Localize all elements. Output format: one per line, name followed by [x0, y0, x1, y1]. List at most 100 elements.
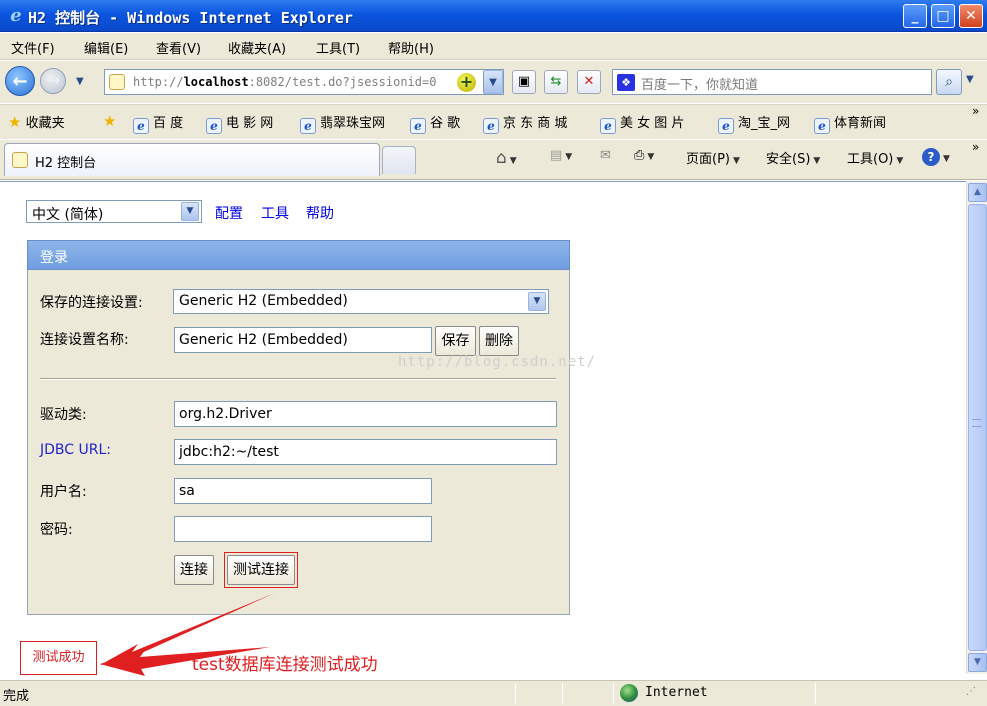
window-title: H2 控制台 - Windows Internet Explorer [28, 9, 353, 27]
chevron-down-icon[interactable]: ▼ [181, 202, 199, 221]
minimize-button[interactable]: _ [903, 4, 927, 28]
test-result-message: 测试成功 [20, 641, 97, 675]
link-help[interactable]: 帮助 [306, 203, 334, 223]
ie-page-icon: e [718, 118, 734, 134]
close-button[interactable]: ✕ [959, 4, 983, 28]
fav-item-movies[interactable]: e电 影 网 [206, 112, 273, 134]
go-icon[interactable]: + [457, 73, 476, 92]
menu-bar: 文件(F) 编辑(E) 查看(V) 收藏夹(A) 工具(T) 帮助(H) [0, 33, 987, 60]
watermark: http://blog.csdn.net/ [398, 354, 597, 370]
language-select[interactable]: 中文 (简体) ▼ [26, 200, 202, 223]
menu-edit[interactable]: 编辑(E) [84, 38, 128, 57]
ie-page-icon: e [410, 118, 426, 134]
safety-menu[interactable]: 安全(S) ▼ [766, 148, 820, 167]
status-divider [562, 683, 563, 704]
fav-item-jewelry[interactable]: e 翡翠珠宝网 [300, 112, 385, 134]
fav-item-sports[interactable]: e 体育新闻 [814, 112, 886, 134]
page-menu[interactable]: 页面(P) ▼ [686, 148, 740, 167]
more-favorites-icon[interactable]: » [972, 104, 979, 118]
scroll-down-icon[interactable]: ▼ [968, 653, 987, 672]
help-button[interactable]: ? ▼ [922, 148, 950, 166]
favorites-button[interactable]: ★ 收藏夹 [8, 112, 65, 131]
status-divider [515, 683, 516, 704]
home-button[interactable]: ⌂ ▼ [496, 148, 517, 168]
vertical-scrollbar[interactable]: ▲ ▼ [966, 181, 987, 674]
status-text: 完成 [3, 689, 30, 704]
jdbc-url-input[interactable]: jdbc:h2:~/test [174, 439, 557, 465]
tab-title: H2 控制台 [35, 156, 97, 171]
new-tab-button[interactable] [382, 146, 416, 174]
chevron-down-icon[interactable]: ▼ [528, 292, 546, 311]
maximize-button[interactable]: □ [931, 4, 955, 28]
security-zone[interactable]: Internet [645, 685, 708, 700]
baidu-logo-icon: ❖ [617, 74, 635, 91]
globe-icon [620, 684, 638, 702]
tab-h2-console[interactable]: H2 控制台 [4, 143, 380, 176]
driver-label: 驱动类: [40, 407, 87, 423]
test-connection-button[interactable]: 测试连接 [227, 555, 295, 585]
saved-settings-select[interactable]: Generic H2 (Embedded) ▼ [173, 289, 549, 314]
rss-icon: ▤ [550, 148, 563, 163]
ie-page-icon: e [206, 118, 222, 134]
fav-item-jd[interactable]: e京 东 商 城 [483, 112, 567, 134]
grip-icon [972, 419, 981, 427]
address-input[interactable]: http://localhost:8082/test.do?jsessionid… [133, 75, 453, 89]
forward-button[interactable]: → [40, 68, 66, 94]
tools-menu[interactable]: 工具(O) ▼ [847, 148, 903, 167]
status-bar: 完成 [0, 680, 987, 706]
scroll-up-icon[interactable]: ▲ [968, 183, 987, 202]
jdbc-url-label: JDBC URL: [40, 442, 111, 458]
login-header: 登录 [27, 240, 570, 270]
stop-icon[interactable]: ✕ [577, 70, 601, 94]
help-icon: ? [922, 148, 940, 166]
mail-icon[interactable]: ✉ [600, 148, 611, 163]
feeds-button[interactable]: ▤ ▼ [550, 148, 572, 163]
ie-page-icon: e [300, 118, 316, 134]
refresh-icon[interactable]: ⇆ [544, 70, 568, 94]
setting-name-input[interactable]: Generic H2 (Embedded) [174, 327, 432, 353]
divider [40, 378, 556, 380]
more-commands-icon[interactable]: » [972, 140, 979, 154]
printer-icon: ⎙ [634, 148, 645, 163]
annotation-text: test数据库连接测试成功 [192, 655, 378, 675]
link-preferences[interactable]: 配置 [215, 203, 243, 223]
menu-tools[interactable]: 工具(T) [316, 38, 360, 57]
search-options-icon[interactable]: ▼ [966, 74, 974, 85]
ie-page-icon: e [483, 118, 499, 134]
menu-file[interactable]: 文件(F) [11, 38, 55, 57]
language-value: 中文 (简体) [32, 207, 104, 223]
print-button[interactable]: ⎙ ▼ [634, 148, 654, 163]
menu-help[interactable]: 帮助(H) [388, 38, 434, 57]
back-button[interactable]: ← [5, 66, 35, 96]
fav-item-baidu[interactable]: e百 度 [133, 112, 183, 134]
history-dropdown-icon[interactable]: ▼ [76, 76, 84, 87]
save-button[interactable]: 保存 [435, 326, 476, 356]
star-icon: ★ [8, 113, 22, 131]
link-tools[interactable]: 工具 [261, 203, 289, 223]
add-favorite-icon[interactable]: ★ [103, 112, 116, 130]
fav-item-google[interactable]: e谷 歌 [410, 112, 460, 134]
user-name-label: 用户名: [40, 484, 87, 500]
connect-button[interactable]: 连接 [174, 555, 214, 585]
address-bar[interactable]: http://localhost:8082/test.do?jsessionid… [104, 69, 504, 95]
fav-item-pictures[interactable]: e美 女 图 片 [600, 112, 684, 134]
address-dropdown-icon[interactable]: ▼ [483, 70, 503, 94]
scroll-thumb[interactable] [968, 204, 987, 651]
compatibility-icon[interactable]: ▣ [512, 70, 536, 94]
driver-input[interactable]: org.h2.Driver [174, 401, 557, 427]
search-input[interactable]: 百度一下，你就知道 [641, 74, 758, 93]
menu-view[interactable]: 查看(V) [156, 38, 201, 57]
ie-logo-icon: e [10, 5, 22, 26]
search-icon[interactable]: ⌕ [936, 69, 962, 95]
fav-item-taobao[interactable]: e 淘_宝_网 [718, 112, 790, 134]
user-name-input[interactable]: sa [174, 478, 432, 504]
ie-page-icon: e [814, 118, 830, 134]
remove-button[interactable]: 删除 [479, 326, 519, 356]
search-box[interactable]: ❖ 百度一下，你就知道 [612, 69, 932, 95]
resize-grip-icon[interactable]: ⋰ [966, 686, 976, 697]
password-input[interactable] [174, 516, 432, 542]
ie-page-icon: e [133, 118, 149, 134]
menu-favorites[interactable]: 收藏夹(A) [228, 38, 286, 57]
title-bar[interactable]: e H2 控制台 - Windows Internet Explorer _ □… [0, 0, 987, 32]
page-icon [109, 74, 125, 90]
